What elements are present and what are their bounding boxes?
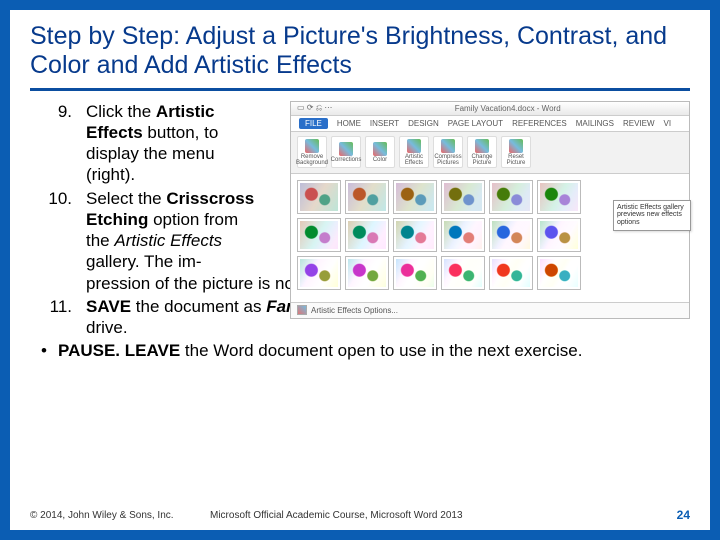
- effect-thumb: [537, 180, 581, 214]
- tab-insert: INSERT: [370, 119, 399, 128]
- tab-home: HOME: [337, 119, 361, 128]
- tab-references: REFERENCES: [512, 119, 567, 128]
- slide-footer: © 2014, John Wiley & Sons, Inc. Microsof…: [30, 508, 690, 522]
- effect-thumb: [537, 256, 581, 290]
- gallery-footer: Artistic Effects Options...: [291, 302, 689, 318]
- ribbon-color: Color: [365, 136, 395, 168]
- effect-thumb: [537, 218, 581, 252]
- tab-review: REVIEW: [623, 119, 655, 128]
- effect-thumb: [393, 256, 437, 290]
- window-titlebar: ▭ ⟳ ⎌ ⋯ Family Vacation4.docx - Word: [291, 102, 689, 116]
- artistic-effects-gallery: Artistic Effects gallery previews new ef…: [291, 174, 689, 318]
- tab-mailings: MAILINGS: [576, 119, 614, 128]
- pause-text: PAUSE. LEAVE the Word document open to u…: [58, 340, 690, 361]
- effect-thumb: [297, 256, 341, 290]
- pause-bullet: • PAUSE. LEAVE the Word document open to…: [30, 340, 690, 361]
- effect-thumb: [393, 218, 437, 252]
- ribbon-remove-background: Remove Background: [297, 136, 327, 168]
- ribbon-change-picture: Change Picture: [467, 136, 497, 168]
- gallery-footer-label: Artistic Effects Options...: [311, 306, 398, 315]
- effect-thumb: [489, 256, 533, 290]
- swatch-icon: [297, 305, 307, 315]
- effect-thumb: [441, 180, 485, 214]
- effect-thumb: [345, 180, 389, 214]
- page-number: 24: [677, 508, 690, 522]
- effect-thumb: [441, 256, 485, 290]
- word-screenshot: ▭ ⟳ ⎌ ⋯ Family Vacation4.docx - Word FIL…: [290, 101, 690, 319]
- ribbon-reset-picture: Reset Picture: [501, 136, 531, 168]
- effect-thumb: [345, 256, 389, 290]
- slide: Step by Step: Adjust a Picture's Brightn…: [10, 10, 710, 530]
- effect-thumb: [393, 180, 437, 214]
- copyright: © 2014, John Wiley & Sons, Inc.: [30, 510, 174, 521]
- qa-icons: ▭ ⟳ ⎌ ⋯: [297, 103, 332, 113]
- tab-file: FILE: [299, 118, 328, 129]
- ribbon-corrections: Corrections: [331, 136, 361, 168]
- bullet-dot: •: [30, 340, 58, 361]
- effect-thumb: [489, 180, 533, 214]
- effect-thumb: [441, 218, 485, 252]
- slide-title: Step by Step: Adjust a Picture's Brightn…: [30, 22, 690, 86]
- effect-thumb: [489, 218, 533, 252]
- tab-page layout: PAGE LAYOUT: [448, 119, 503, 128]
- effect-thumb: [297, 180, 341, 214]
- tab-vi: VI: [664, 119, 672, 128]
- ribbon-buttons: Remove BackgroundCorrectionsColorArtisti…: [291, 132, 689, 174]
- ribbon-tabs: FILE HOME INSERT DESIGN PAGE LAYOUT REFERENCE…: [291, 116, 689, 132]
- effect-thumb: [345, 218, 389, 252]
- course-name: Microsoft Official Academic Course, Micr…: [210, 510, 463, 521]
- doc-title: Family Vacation4.docx - Word: [455, 104, 561, 113]
- ribbon-artistic-effects: Artistic Effects: [399, 136, 429, 168]
- tab-design: DESIGN: [408, 119, 439, 128]
- effect-thumb: [297, 218, 341, 252]
- content-area: 9.Click the Artistic Effects button, to …: [30, 101, 690, 362]
- callout-box: Artistic Effects gallery previews new ef…: [613, 200, 691, 231]
- title-rule: [30, 88, 690, 91]
- ribbon-compress-pictures: Compress Pictures: [433, 136, 463, 168]
